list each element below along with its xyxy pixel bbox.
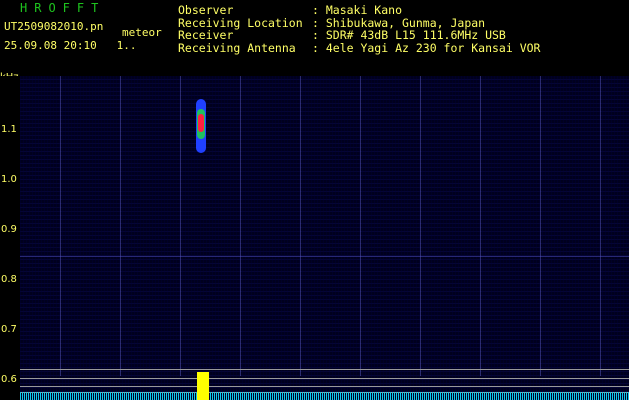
metadata-block: Observer: Masaki Kano Receiving Location…: [178, 4, 540, 54]
spectrum-spike: [197, 372, 209, 400]
minute-separator: [540, 76, 541, 376]
meta-row-observer: Observer : Masaki Kano: [178, 4, 540, 17]
y-tick-label: 0.9: [1, 224, 17, 235]
waterfall-spectrogram: [20, 76, 629, 400]
meta-value: : 4ele Yagi Az 230 for Kansai VOR: [312, 40, 541, 55]
marker-line: [20, 369, 629, 370]
minute-separator: [420, 76, 421, 376]
minute-separator: [240, 76, 241, 376]
date-time-suffix: 1..: [116, 39, 137, 52]
date-time-value: 25.09.08 20:10: [4, 39, 97, 52]
file-name: UT2509082010.pn: [4, 20, 104, 33]
minute-separator: [360, 76, 361, 376]
minute-separator: [300, 76, 301, 376]
meta-key: Observer: [178, 3, 234, 17]
meteor-echo-core: [198, 114, 204, 132]
app-logo: HROFFT: [20, 1, 106, 15]
minute-separator: [600, 76, 601, 376]
y-axis: 1.1 1.0 0.9 0.8 0.7 0.6: [0, 76, 20, 400]
marker-line: [20, 378, 629, 379]
minute-separator: [120, 76, 121, 376]
date-time: 25.09.08 20:10 1..: [4, 39, 136, 52]
minute-separator: [180, 76, 181, 376]
carrier-line: [20, 256, 629, 257]
y-tick-label: 1.1: [1, 124, 17, 135]
y-tick-label: 0.8: [1, 274, 17, 285]
spectrum-trace: [20, 392, 629, 400]
meta-key: Receiving Antenna: [178, 40, 296, 55]
meta-row-antenna: Receiving Antenna : 4ele Yagi Az 230 for …: [178, 40, 541, 55]
minute-separator: [60, 76, 61, 376]
meta-value: : Masaki Kano: [312, 3, 403, 17]
y-tick-label: 0.6: [1, 374, 17, 385]
marker-line: [20, 386, 629, 387]
detection-tag: meteor: [122, 26, 162, 39]
meta-key: Receiver: [178, 28, 234, 42]
header-panel: HROFFT UT2509082010.pn meteor 25.09.08 2…: [0, 0, 629, 76]
y-tick-label: 1.0: [1, 174, 17, 185]
minute-separator: [480, 76, 481, 376]
y-tick-label: 0.7: [1, 324, 17, 335]
meta-value: : SDR# 43dB L15 111.6MHz USB: [312, 28, 506, 42]
meta-row-receiver: Receiver : SDR# 43dB L15 111.6MHz USB: [178, 29, 540, 42]
